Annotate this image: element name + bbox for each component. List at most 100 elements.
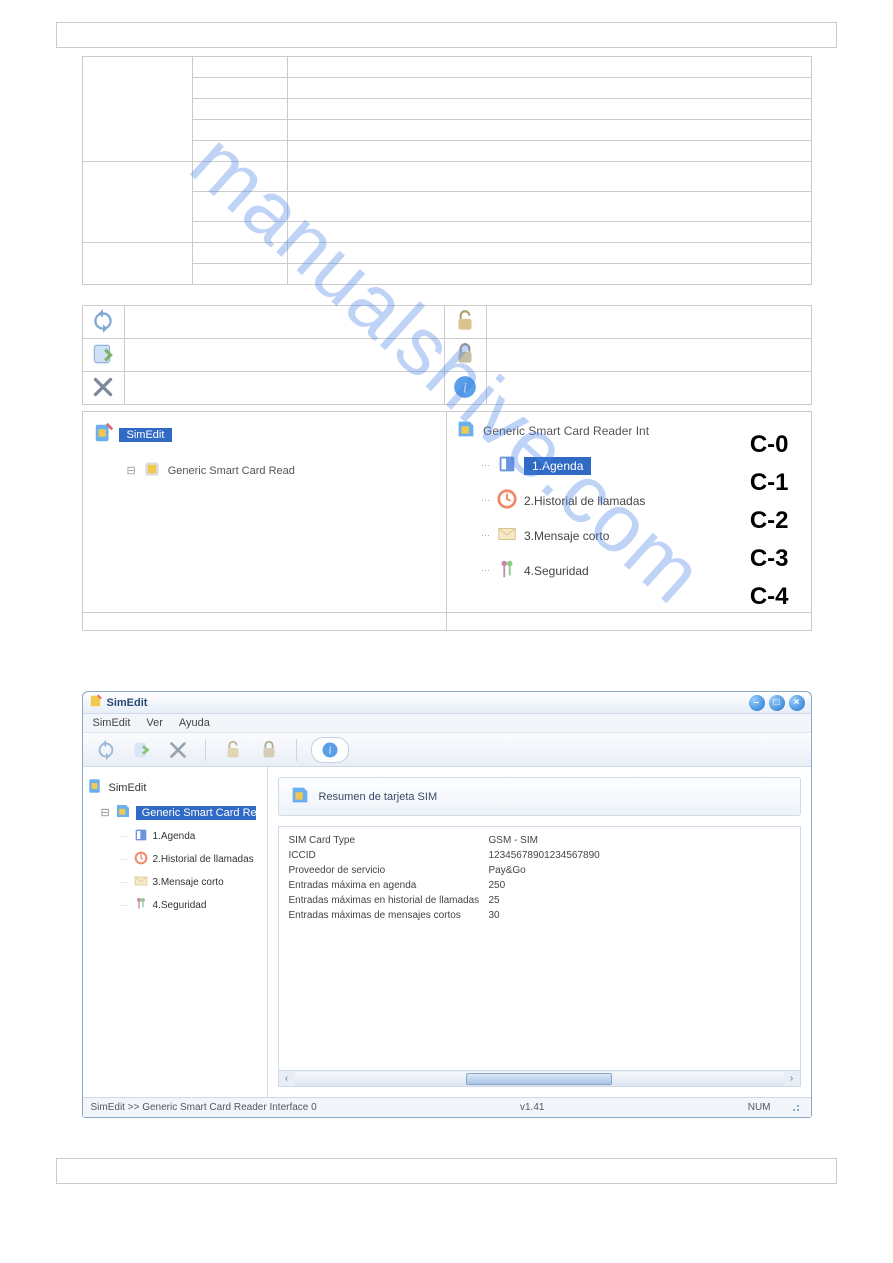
status-version: v1.41 <box>520 1102 544 1113</box>
menu-item-ver[interactable]: Ver <box>146 717 163 729</box>
svg-text:i: i <box>463 379 467 396</box>
summary-header: Resumen de tarjeta SIM <box>278 777 801 816</box>
tree-item-icon <box>133 827 149 846</box>
menu-item-simedit[interactable]: SimEdit <box>93 717 131 729</box>
tree-root-label[interactable]: SimEdit <box>119 428 173 442</box>
tree-pane: SimEdit ⊟ Generic Smart Card Reader Int … <box>83 767 268 1097</box>
menubar: SimEdit Ver Ayuda <box>83 714 811 733</box>
toolbar: i <box>83 733 811 767</box>
app-icon <box>89 694 103 711</box>
tree-item-label: 2.Historial de llamadas <box>153 854 254 865</box>
toolbar-delete-button[interactable] <box>165 737 191 763</box>
page-footer-band <box>56 1158 837 1184</box>
info-row: SIM Card TypeGSM - SIM <box>289 833 790 848</box>
toolbar-lock-button[interactable] <box>256 737 282 763</box>
menu-description-table <box>82 56 812 285</box>
sim-chip-icon <box>455 418 477 443</box>
tree-item-label: 3.Mensaje corto <box>153 877 224 888</box>
info-key: SIM Card Type <box>289 833 489 848</box>
export-icon <box>89 341 117 369</box>
tree-reader[interactable]: Generic Smart Card Reader Int <box>136 806 256 820</box>
info-key: Entradas máximas de mensajes cortos <box>289 908 489 923</box>
info-row: Entradas máxima en agenda250 <box>289 878 790 893</box>
tree-item-icon <box>133 873 149 892</box>
info-key: Proveedor de servicio <box>289 863 489 878</box>
sim-chip-icon <box>289 784 311 809</box>
c-label: C-1 <box>750 464 789 502</box>
info-value: 25 <box>489 893 790 908</box>
tree-item[interactable]: ⋯1.Agenda <box>121 827 263 846</box>
toolbar-icons-table: i <box>82 305 812 405</box>
sim-chip-icon <box>142 459 162 482</box>
scroll-left-arrow[interactable]: ‹ <box>279 1073 295 1084</box>
tree-item-icon <box>496 453 518 478</box>
c-label: C-2 <box>750 502 789 540</box>
scroll-thumb[interactable] <box>466 1073 613 1085</box>
refresh-icon <box>89 308 117 336</box>
menu-item-ayuda[interactable]: Ayuda <box>179 717 210 729</box>
tree-item[interactable]: ⋯3.Mensaje corto <box>121 873 263 892</box>
page-header-band <box>56 22 837 48</box>
svg-text:i: i <box>328 745 331 756</box>
tree-panels-table: SimEdit ⊟ Generic Smart Card Read Generi <box>82 411 812 631</box>
tree-item-label: 4.Seguridad <box>524 564 589 578</box>
statusbar: SimEdit >> Generic Smart Card Reader Int… <box>83 1097 811 1117</box>
lock-icon <box>451 341 479 369</box>
info-value: GSM - SIM <box>489 833 790 848</box>
tree-reader-label[interactable]: Generic Smart Card Reader Int <box>483 424 649 438</box>
info-row: ICCID12345678901234567890 <box>289 848 790 863</box>
status-path: SimEdit >> Generic Smart Card Reader Int… <box>91 1102 317 1113</box>
tree-item[interactable]: ⋯2.Historial de llamadas <box>121 850 263 869</box>
minimize-button[interactable]: – <box>749 695 765 711</box>
sim-card-icon <box>87 777 105 798</box>
tree-item[interactable]: ⋯4.Seguridad <box>121 896 263 915</box>
simedit-window: SimEdit – □ × SimEdit Ver Ayuda i <box>82 691 812 1118</box>
tree-item-icon <box>496 523 518 548</box>
info-row: Entradas máximas en historial de llamada… <box>289 893 790 908</box>
toolbar-info-button[interactable]: i <box>311 737 349 763</box>
close-button[interactable]: × <box>789 695 805 711</box>
scroll-right-arrow[interactable]: › <box>784 1073 800 1084</box>
toolbar-unlock-button[interactable] <box>220 737 246 763</box>
info-value: 250 <box>489 878 790 893</box>
toolbar-refresh-button[interactable] <box>93 737 119 763</box>
tree-item-label: 1.Agenda <box>524 457 591 475</box>
tree-item-label: 3.Mensaje corto <box>524 529 609 543</box>
toolbar-export-button[interactable] <box>129 737 155 763</box>
status-numlock: NUM <box>748 1102 771 1113</box>
tree-item-icon <box>133 850 149 869</box>
tree-root[interactable]: SimEdit <box>109 782 147 794</box>
c-label-column: C-0 C-1 C-2 C-3 C-4 <box>750 426 789 616</box>
summary-title: Resumen de tarjeta SIM <box>319 791 438 803</box>
horizontal-scrollbar[interactable]: ‹ › <box>279 1070 800 1086</box>
info-value: 30 <box>489 908 790 923</box>
tree-item-label: 1.Agenda <box>153 831 196 842</box>
titlebar[interactable]: SimEdit – □ × <box>83 692 811 714</box>
info-key: ICCID <box>289 848 489 863</box>
resize-grip-icon[interactable] <box>791 1100 803 1115</box>
sim-chip-icon <box>114 802 132 823</box>
maximize-button[interactable]: □ <box>769 695 785 711</box>
tree-item-icon <box>133 896 149 915</box>
sim-info-table: SIM Card TypeGSM - SIMICCID1234567890123… <box>279 827 800 1070</box>
c-label: C-0 <box>750 426 789 464</box>
info-key: Entradas máxima en agenda <box>289 878 489 893</box>
tree-item-label: 4.Seguridad <box>153 900 207 911</box>
close-icon <box>89 374 117 402</box>
c-label: C-4 <box>750 578 789 616</box>
unlock-icon <box>451 308 479 336</box>
info-icon: i <box>451 374 479 402</box>
info-row: Entradas máximas de mensajes cortos30 <box>289 908 790 923</box>
tree-reader-label[interactable]: Generic Smart Card Read <box>168 465 295 477</box>
sim-card-icon <box>93 422 115 447</box>
tree-item-icon <box>496 558 518 583</box>
tree-item-icon <box>496 488 518 513</box>
info-key: Entradas máximas en historial de llamada… <box>289 893 489 908</box>
c-label: C-3 <box>750 540 789 578</box>
tree-item-label: 2.Historial de llamadas <box>524 494 645 508</box>
info-value: 12345678901234567890 <box>489 848 790 863</box>
info-row: Proveedor de servicioPay&Go <box>289 863 790 878</box>
info-value: Pay&Go <box>489 863 790 878</box>
window-title: SimEdit <box>107 697 148 709</box>
content-pane: Resumen de tarjeta SIM SIM Card TypeGSM … <box>268 767 811 1097</box>
